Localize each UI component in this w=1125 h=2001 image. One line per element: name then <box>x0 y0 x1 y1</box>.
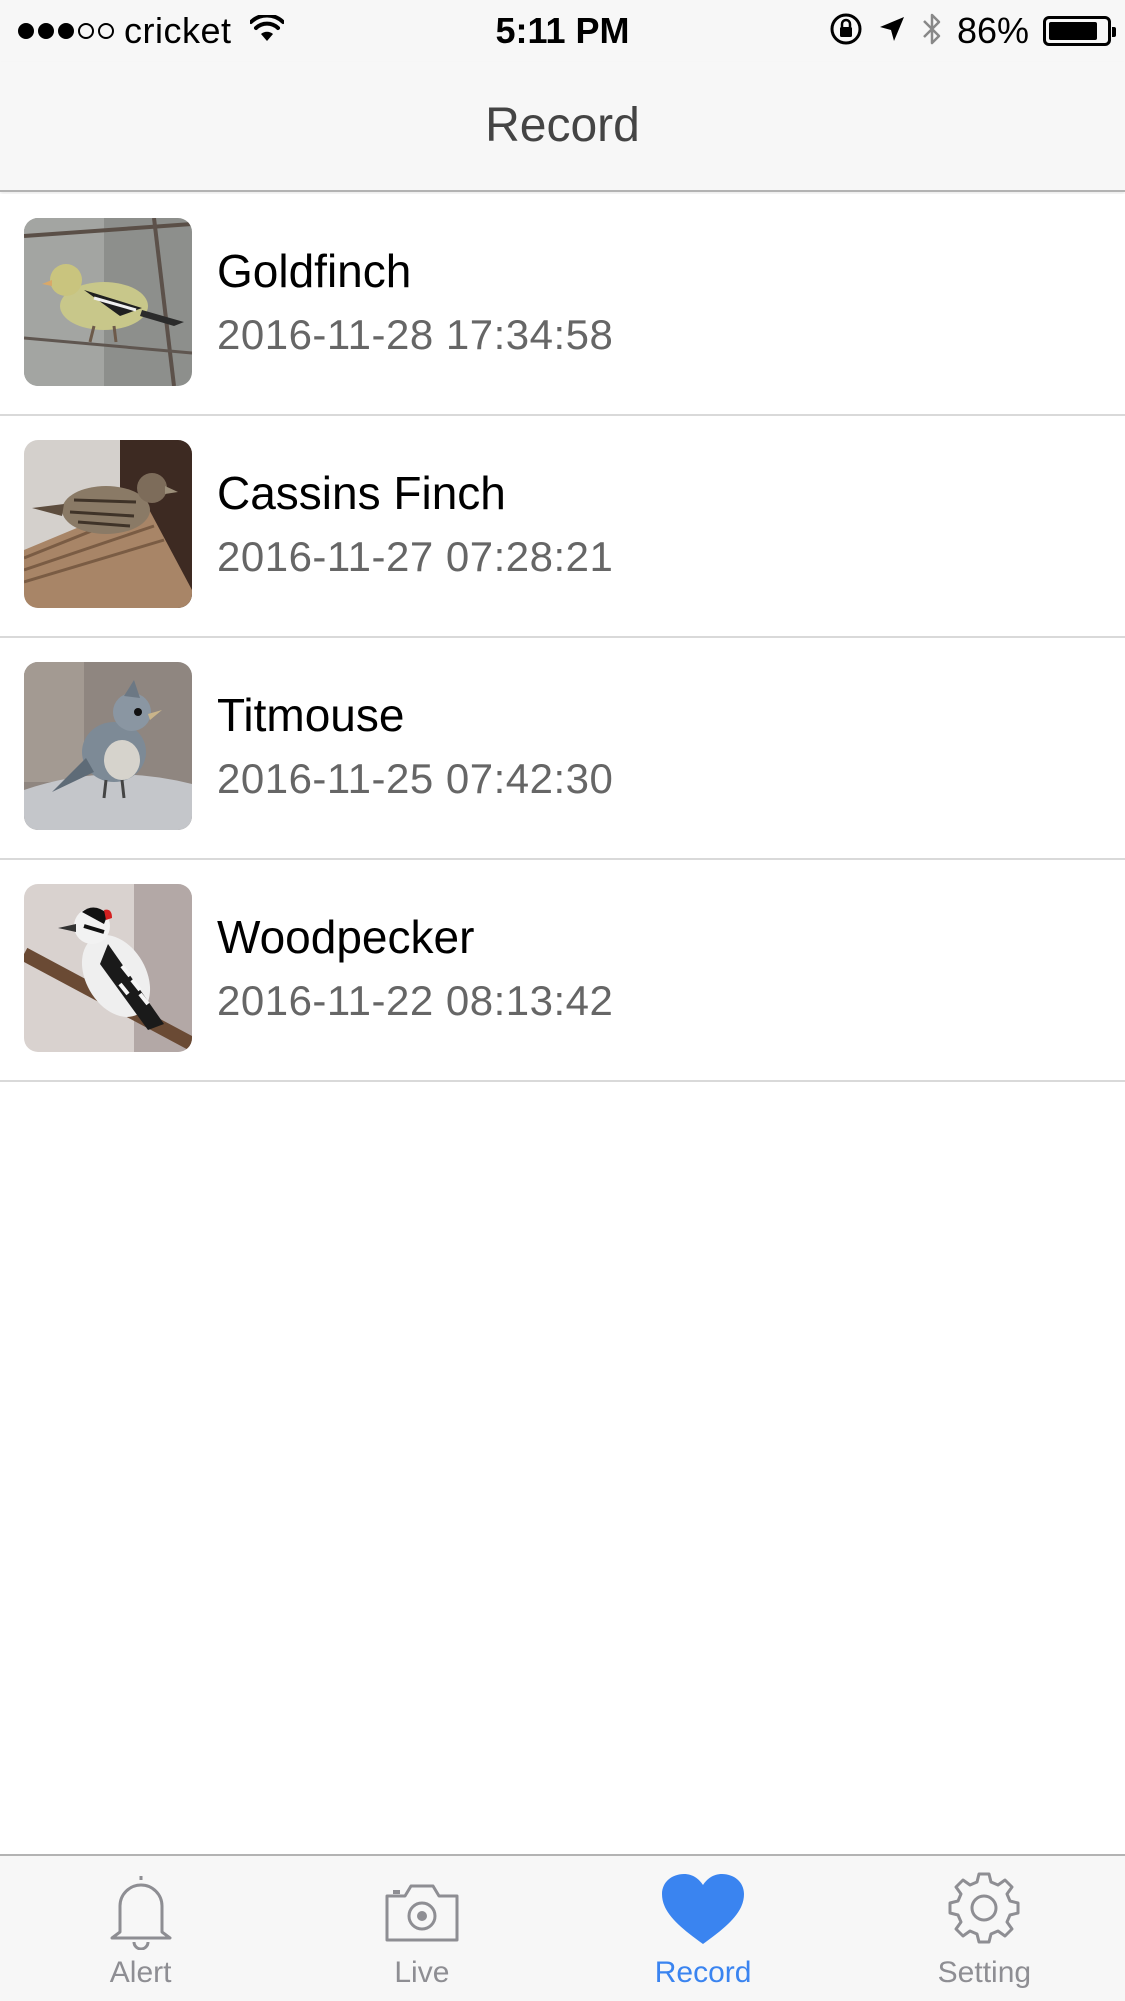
status-bar: cricket 5:11 PM 86% <box>0 0 1125 62</box>
list-item[interactable]: Goldfinch 2016-11-28 17:34:58 <box>0 194 1125 416</box>
page-title: Record <box>485 99 640 152</box>
tab-bar: Alert Live Record Setting <box>0 1854 1125 2001</box>
tab-label: Setting <box>937 1956 1032 1989</box>
goldfinch-thumbnail <box>24 218 192 386</box>
status-bar-right: 86% <box>829 10 1116 52</box>
record-name: Goldfinch <box>217 245 412 297</box>
orientation-lock-icon <box>829 12 863 51</box>
tab-alert[interactable]: Alert <box>0 1856 281 2001</box>
gear-icon <box>939 1870 1029 1950</box>
battery-icon <box>1043 16 1116 46</box>
tab-label: Record <box>654 1956 752 1989</box>
tab-record[interactable]: Record <box>563 1856 844 2001</box>
record-name: Cassins Finch <box>217 467 506 519</box>
tab-live[interactable]: Live <box>281 1856 562 2001</box>
bluetooth-icon <box>921 12 943 51</box>
titmouse-thumbnail <box>24 662 192 830</box>
battery-percentage: 86% <box>956 10 1029 51</box>
woodpecker-thumbnail <box>24 884 192 1052</box>
cassins-finch-thumbnail <box>24 440 192 608</box>
record-list: Goldfinch 2016-11-28 17:34:58 Cassins Fi… <box>0 194 1125 1082</box>
navigation-bar: Record <box>0 62 1125 192</box>
list-item[interactable]: Titmouse 2016-11-25 07:42:30 <box>0 638 1125 860</box>
list-item[interactable]: Woodpecker 2016-11-22 08:13:42 <box>0 860 1125 1082</box>
bell-icon <box>96 1870 186 1950</box>
record-name: Titmouse <box>217 689 405 741</box>
record-timestamp: 2016-11-28 17:34:58 <box>217 311 614 358</box>
tab-label: Live <box>394 1956 450 1989</box>
record-name: Woodpecker <box>217 911 475 963</box>
tab-label: Alert <box>109 1956 172 1989</box>
record-timestamp: 2016-11-27 07:28:21 <box>217 533 614 580</box>
screen: cricket 5:11 PM 86% Record Goldfinch 201… <box>0 0 1125 2001</box>
tab-setting[interactable]: Setting <box>844 1856 1125 2001</box>
location-arrow-icon <box>877 14 907 49</box>
heart-icon <box>658 1870 748 1950</box>
list-item[interactable]: Cassins Finch 2016-11-27 07:28:21 <box>0 416 1125 638</box>
record-timestamp: 2016-11-25 07:42:30 <box>217 755 614 802</box>
battery-level <box>1049 22 1098 40</box>
camera-icon <box>377 1870 467 1950</box>
record-timestamp: 2016-11-22 08:13:42 <box>217 977 614 1024</box>
